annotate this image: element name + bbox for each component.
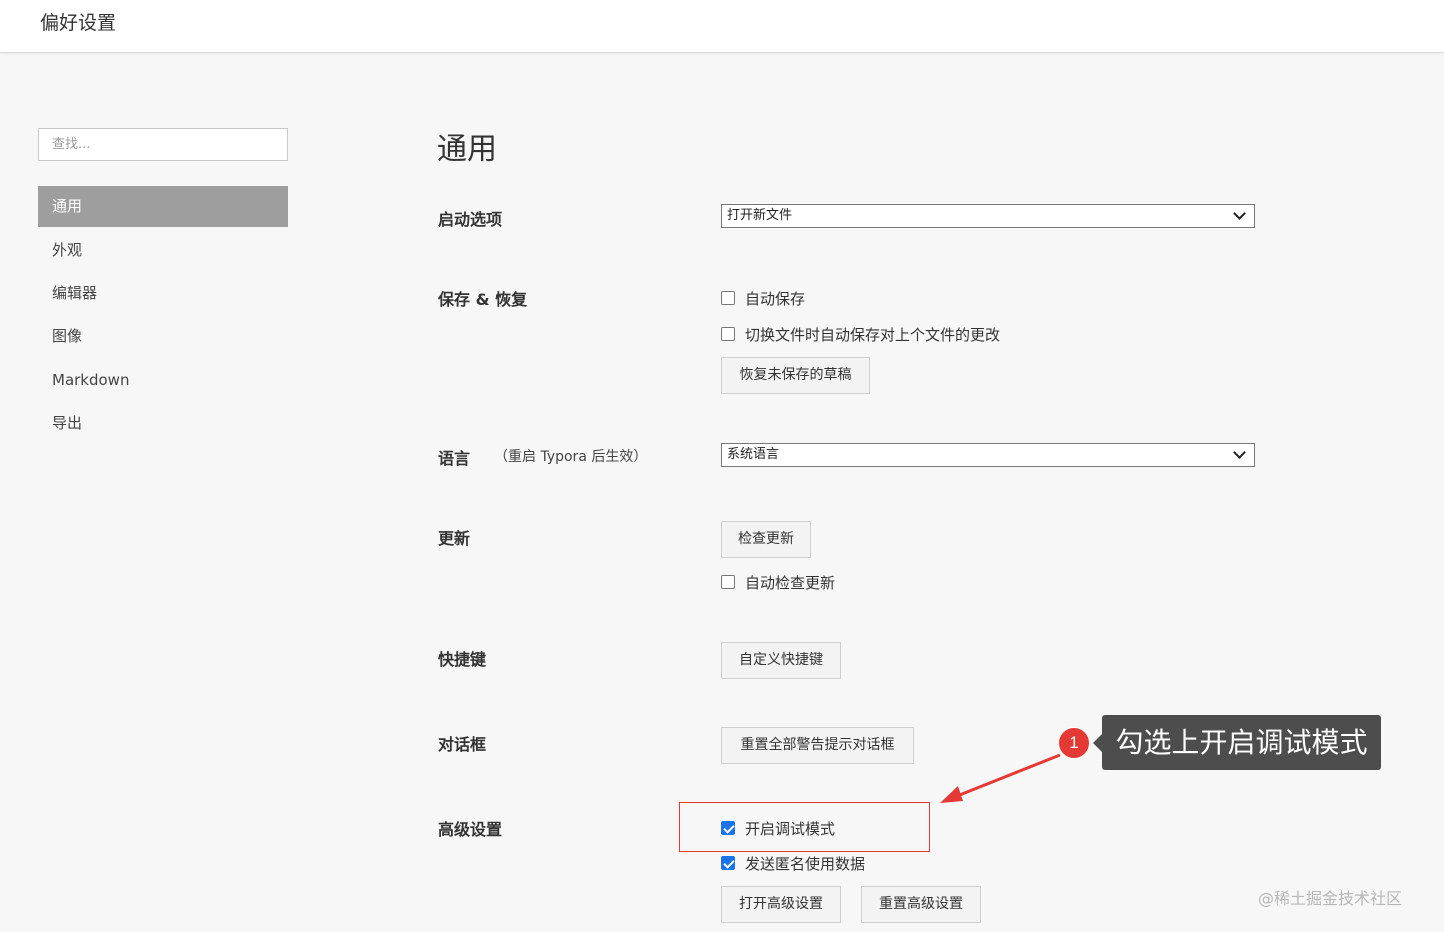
callout-number: 1 (1058, 727, 1090, 759)
annotation-arrow (940, 753, 1061, 803)
watermark: @稀土掘金技术社区 (1258, 889, 1403, 908)
callout-text: 勾选上开启调试模式 (1093, 715, 1381, 770)
